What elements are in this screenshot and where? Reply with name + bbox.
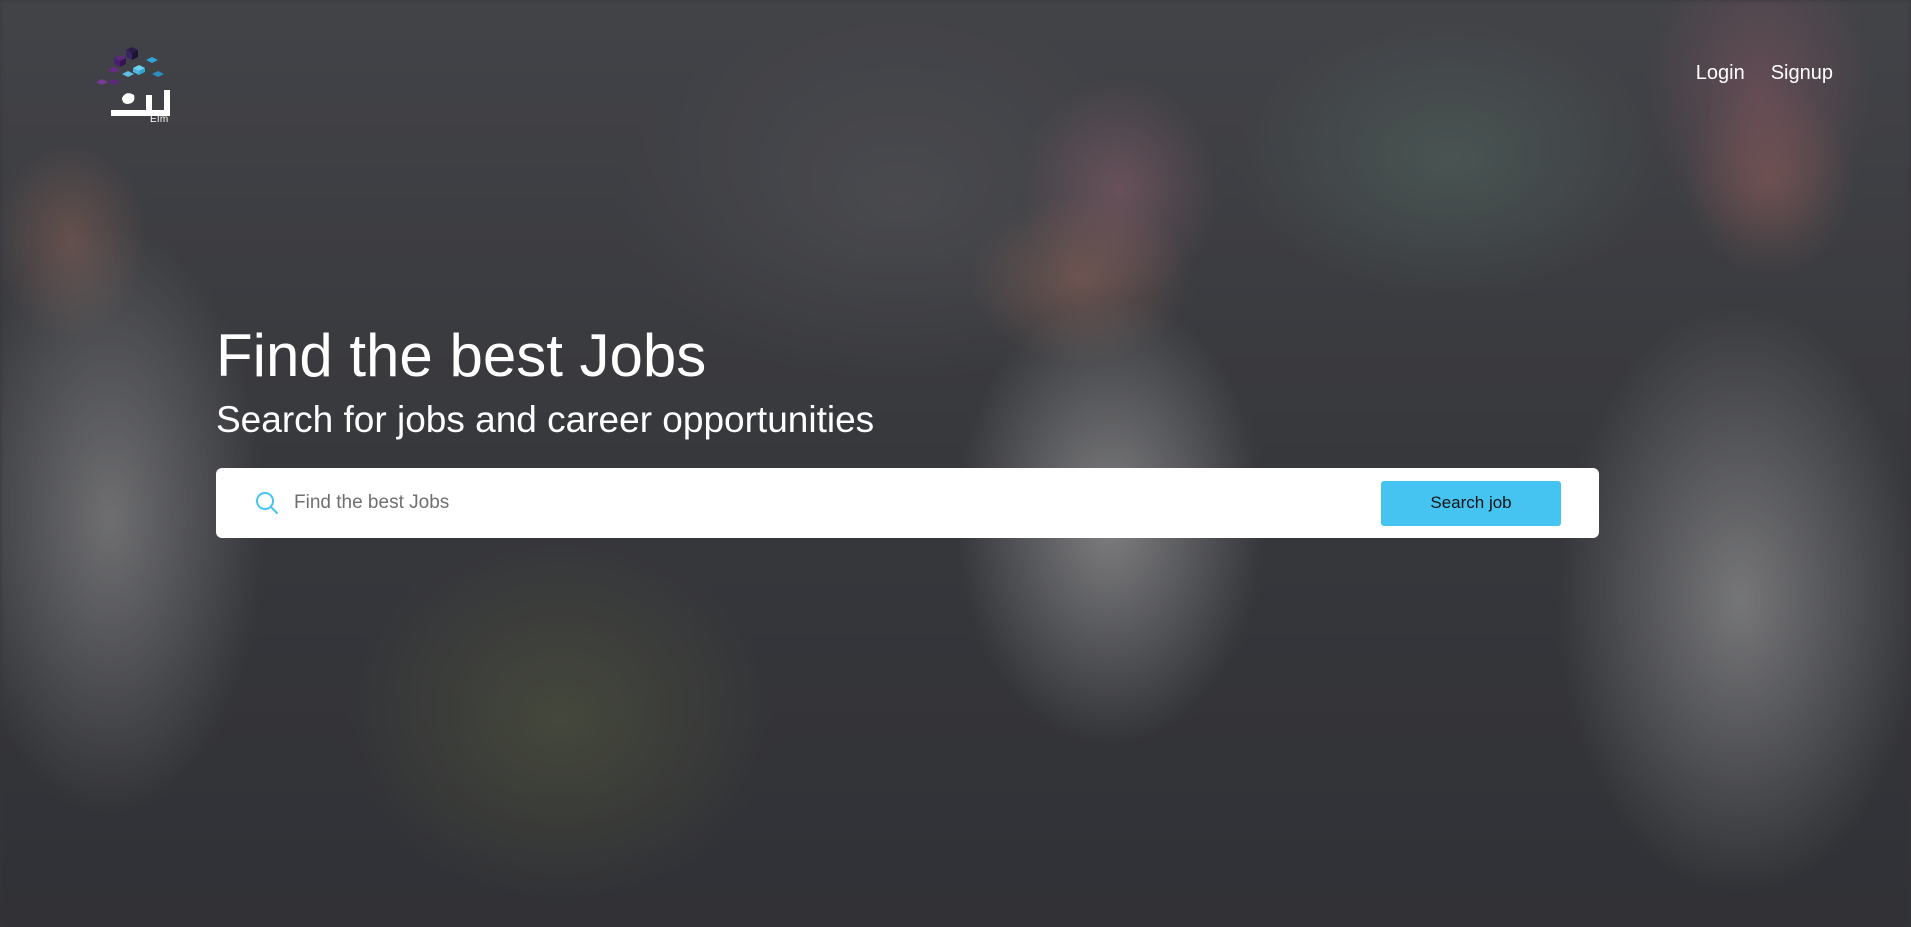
hero-title: Find the best Jobs bbox=[216, 322, 707, 389]
login-link[interactable]: Login bbox=[1696, 62, 1745, 85]
hero-subtitle: Search for jobs and career opportunities bbox=[216, 399, 875, 440]
job-search-bar: Search job bbox=[216, 468, 1599, 538]
signup-link[interactable]: Signup bbox=[1771, 62, 1833, 85]
hero-section: Elm Login Signup Find the best Jobs Sear… bbox=[0, 0, 1911, 927]
search-job-button[interactable]: Search job bbox=[1381, 480, 1561, 526]
header-nav: Login Signup bbox=[1696, 62, 1833, 85]
logo-name: Elm bbox=[150, 114, 169, 125]
search-icon bbox=[254, 490, 280, 516]
hero-content: Find the best Jobs Search for jobs and c… bbox=[216, 322, 1599, 538]
job-search-input[interactable] bbox=[292, 491, 1381, 515]
